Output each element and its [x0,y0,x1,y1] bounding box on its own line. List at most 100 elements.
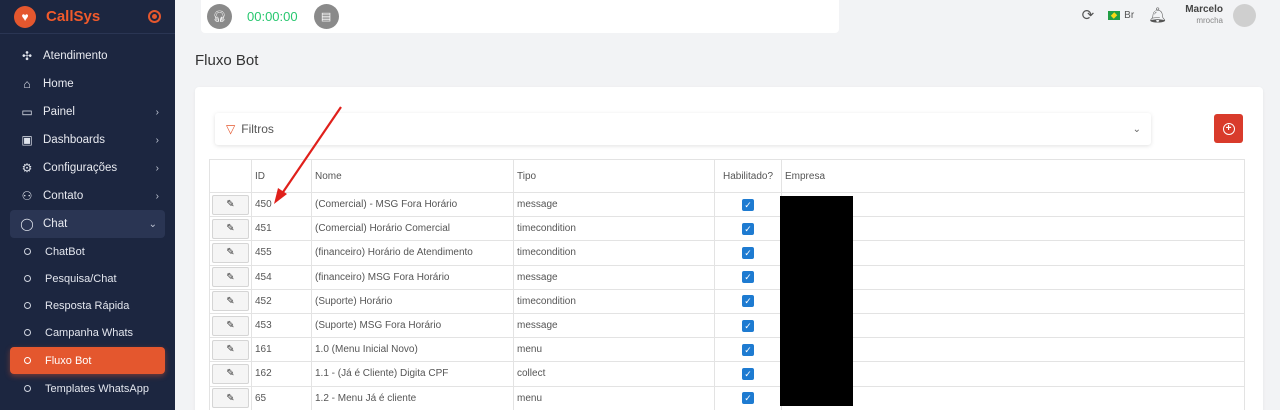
user-login: mrocha [1196,16,1223,25]
cell-actions: ✎ [209,264,252,290]
monitor-icon: ▭ [21,105,33,119]
circle-icon [24,302,31,309]
circle-icon [24,275,31,282]
cell-tipo: timecondition [513,240,715,266]
cell-actions: ✎ [209,312,252,339]
edit-button[interactable]: ✎ [212,363,249,384]
cell-tipo: menu [513,337,715,363]
table-row: ✎ 452 (Suporte) Horário timecondition ✓ [209,288,1245,314]
edit-button[interactable]: ✎ [212,339,249,360]
grid-icon: ✣ [21,49,33,63]
cell-id: 453 [251,312,312,339]
table-row: ✎ 450 (Comercial) - MSG Fora Horário messag… [209,191,1245,218]
cell-nome: (financeiro) MSG Fora Horário [311,264,514,290]
checkbox-checked[interactable]: ✓ [742,295,754,308]
message-icon[interactable]: ▤ [313,4,339,29]
user-name: Marcelo [1185,4,1223,15]
content-card: ▽ Filtros ⌄ + ID Nome Tipo Habilitado? E… [195,87,1263,410]
sidebar-item-3[interactable]: ▣ Dashboards › [0,126,175,154]
chart-icon: ▣ [21,133,33,147]
brazil-flag-icon [1108,10,1121,20]
chevron-down-icon: ⌄ [148,218,157,230]
call-timer: 00:00:00 [247,9,298,24]
sidebar-subitem-1[interactable]: Pesquisa/Chat [0,265,175,292]
sidebar: ♥ CallSys ✣ Atendimento ⌂ Home ▭ Painel › ▣ Dash… [0,0,175,410]
sidebar-subitem-5[interactable]: Templates WhatsApp [0,375,175,402]
sidebar-item-1[interactable]: ⌂ Home [0,70,175,98]
table-row: ✎ 454 (financeiro) MSG Fora Horário message… [209,264,1245,290]
add-button[interactable]: + [1214,114,1243,143]
edit-button[interactable]: ✎ [212,267,249,288]
edit-button[interactable]: ✎ [212,194,249,215]
checkbox-checked[interactable]: ✓ [742,222,754,235]
edit-icon: ✎ [226,368,235,380]
col-empresa[interactable]: Empresa [781,159,1245,193]
cell-tipo: message [513,264,715,290]
table-header-row: ID Nome Tipo Habilitado? Empresa [209,159,1245,193]
table-row: ✎ 65 1.2 - Menu Já é cliente menu ✓ [209,385,1245,410]
sidebar-subitem-label: Templates WhatsApp [45,382,149,395]
sidebar-subitem-4[interactable]: Fluxo Bot [10,347,165,374]
checkbox-checked[interactable]: ✓ [742,343,754,356]
cell-id: 65 [251,385,312,410]
cell-id: 455 [251,240,312,266]
checkbox-checked[interactable]: ✓ [742,271,754,284]
table-row: ✎ 451 (Comercial) Horário Comercial timecon… [209,216,1245,242]
sidebar-item-4[interactable]: ⚙ Configurações › [0,154,175,182]
cell-actions: ✎ [209,240,252,266]
sidebar-item-5[interactable]: ⚇ Contato › [0,182,175,210]
col-tipo[interactable]: Tipo [513,159,715,193]
target-icon[interactable] [148,10,161,23]
edit-icon: ✎ [226,295,235,307]
checkbox-checked[interactable]: ✓ [742,367,754,380]
table-body: ✎ 450 (Comercial) - MSG Fora Horário messag… [209,191,1245,410]
col-actions [209,159,252,193]
edit-icon: ✎ [226,271,235,283]
checkbox-checked[interactable]: ✓ [742,392,754,405]
edit-icon: ✎ [226,247,235,259]
sidebar-subitem-3[interactable]: Campanha Whats [0,319,175,346]
cell-id: 451 [251,216,312,242]
page-title: Fluxo Bot [195,52,259,69]
refresh-icon[interactable]: ⟳ [1082,6,1095,24]
edit-button[interactable]: ✎ [212,315,249,336]
sidebar-item-label: Chat [43,218,68,230]
sidebar-item-0[interactable]: ✣ Atendimento [0,42,175,70]
home-icon: ⌂ [23,77,31,91]
language-selector[interactable]: Br [1108,10,1134,21]
cell-tipo: collect [513,361,715,387]
cell-habilitado: ✓ [714,361,782,387]
edit-button[interactable]: ✎ [212,388,249,409]
sidebar-subitem-label: Fluxo Bot [45,354,92,367]
language-label: Br [1124,9,1135,21]
headset-icon[interactable]: 🎧︎ [207,4,232,29]
edit-button[interactable]: ✎ [212,242,249,263]
edit-button[interactable]: ✎ [212,291,249,312]
filters-panel[interactable]: ▽ Filtros ⌄ [215,113,1151,145]
sidebar-item-6[interactable]: ◯ Chat ⌄ [10,210,165,238]
cell-nome: 1.0 (Menu Inicial Novo) [311,337,514,363]
sidebar-subitem-2[interactable]: Resposta Rápida [0,292,175,319]
edit-button[interactable]: ✎ [212,218,249,239]
checkbox-checked[interactable]: ✓ [742,246,754,259]
cell-actions: ✎ [209,216,252,242]
sidebar-item-label: Configurações [43,162,118,174]
circle-icon [24,248,31,255]
sidebar-item-label: Contato [43,190,84,202]
users-icon: ⚇ [21,189,33,203]
sidebar-subitem-0[interactable]: ChatBot [0,238,175,265]
user-info[interactable]: Marcelo mrocha [1185,4,1223,26]
cell-habilitado: ✓ [714,337,782,363]
cell-tipo: message [513,312,715,339]
circle-icon [24,329,31,336]
checkbox-checked[interactable]: ✓ [742,198,754,211]
chevron-right-icon: › [155,162,159,174]
avatar[interactable] [1233,3,1256,27]
sidebar-subitem-label: Resposta Rápida [45,299,130,312]
checkbox-checked[interactable]: ✓ [742,319,754,332]
sidebar-item-2[interactable]: ▭ Painel › [0,98,175,126]
filter-icon: ▽ [226,122,236,136]
chat-bubble-icon: ◯ [20,217,34,231]
bell-icon[interactable]: 🔔︎ [1148,6,1167,24]
col-habilitado[interactable]: Habilitado? [714,159,782,193]
